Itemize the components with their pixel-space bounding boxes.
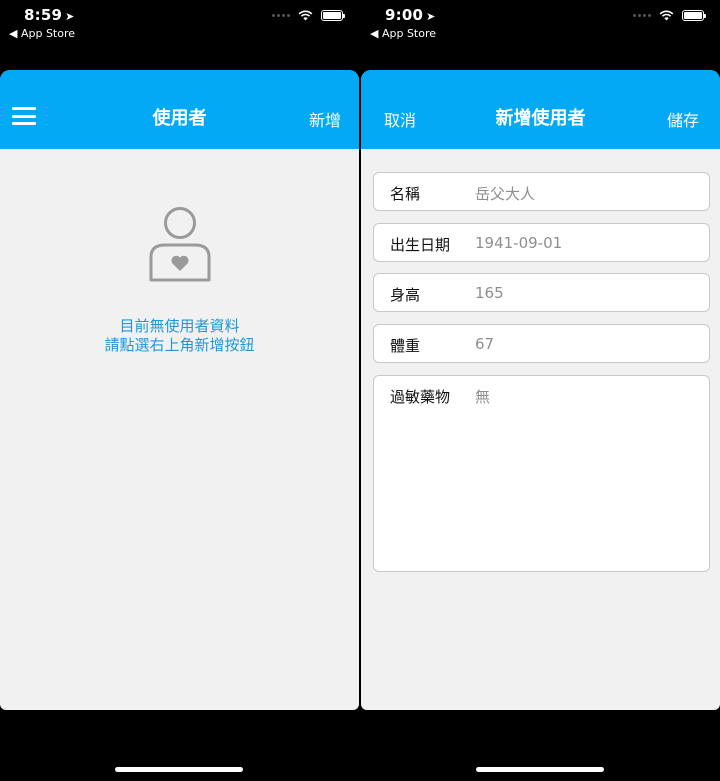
name-value[interactable]: 岳父大人 — [475, 183, 535, 204]
signal-dots-icon — [272, 14, 290, 17]
status-indicators — [272, 10, 345, 21]
empty-line-1: 目前無使用者資料 — [119, 317, 240, 335]
weight-label: 體重 — [390, 337, 421, 355]
weight-field[interactable]: 體重 67 — [373, 324, 710, 363]
name-field[interactable]: 名稱 岳父大人 — [373, 172, 710, 211]
home-indicator[interactable] — [115, 767, 243, 772]
empty-state-message: 目前無使用者資料 請點選右上角新增按鈕 — [0, 317, 359, 355]
allergy-label: 過敏藥物 — [390, 388, 451, 406]
page-title: 使用者 — [152, 108, 207, 129]
height-field[interactable]: 身高 165 — [373, 273, 710, 312]
status-bar: 9:00 ➤ ◀ App Store — [361, 0, 720, 50]
battery-icon — [321, 10, 345, 21]
home-indicator[interactable] — [476, 767, 604, 772]
location-arrow-icon: ➤ — [426, 10, 436, 23]
phone-add-user: 9:00 ➤ ◀ App Store 取消 新增使用者 儲存 名稱 岳父大人 出生… — [361, 0, 720, 781]
nav-bar: 取消 新增使用者 儲存 — [361, 70, 720, 149]
birthday-field[interactable]: 出生日期 1941-09-01 — [373, 223, 710, 262]
birthday-label: 出生日期 — [390, 236, 451, 254]
allergy-value[interactable]: 無 — [475, 386, 490, 407]
user-list-screen: 使用者 新增 目前無使用者資料 請點選右上角新增按鈕 — [0, 70, 359, 710]
back-to-app-store[interactable]: ◀ App Store — [370, 27, 436, 40]
name-label: 名稱 — [390, 185, 421, 203]
signal-dots-icon — [633, 14, 651, 17]
back-to-app-store[interactable]: ◀ App Store — [9, 27, 75, 40]
status-time: 9:00 ➤ — [385, 6, 436, 24]
add-user-button[interactable]: 新增 — [309, 107, 341, 131]
birthday-value[interactable]: 1941-09-01 — [475, 234, 562, 252]
height-label: 身高 — [390, 286, 421, 304]
battery-icon — [682, 10, 706, 21]
phone-user-list: 8:59 ➤ ◀ App Store 使用者 新增 目前無使用者資料 請點選右上角 — [0, 0, 359, 781]
wifi-icon — [298, 10, 313, 21]
nav-bar: 使用者 新增 — [0, 70, 359, 149]
status-time: 8:59 ➤ — [24, 6, 75, 24]
wifi-icon — [659, 10, 674, 21]
status-bar: 8:59 ➤ ◀ App Store — [0, 0, 359, 50]
height-value[interactable]: 165 — [475, 284, 504, 302]
save-button[interactable]: 儲存 — [667, 107, 699, 131]
weight-value[interactable]: 67 — [475, 335, 494, 353]
allergy-field[interactable]: 過敏藥物 無 — [373, 375, 710, 572]
user-heart-icon — [149, 207, 211, 282]
empty-line-2: 請點選右上角新增按鈕 — [104, 336, 255, 354]
add-user-screen: 取消 新增使用者 儲存 名稱 岳父大人 出生日期 1941-09-01 身高 1… — [361, 70, 720, 710]
location-arrow-icon: ➤ — [65, 10, 75, 23]
status-indicators — [633, 10, 706, 21]
